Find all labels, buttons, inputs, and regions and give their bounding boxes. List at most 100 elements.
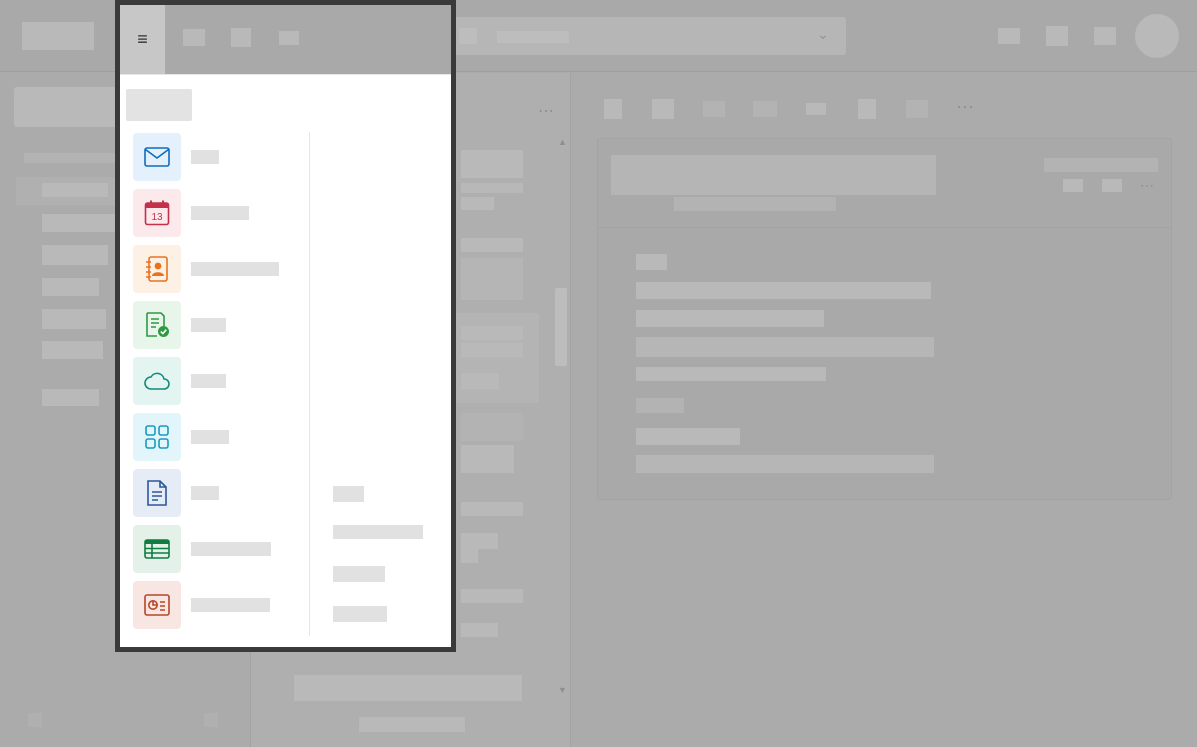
- app-label-placeholder: [191, 206, 249, 220]
- flyout-body: 13: [120, 74, 451, 647]
- cloud-icon: [133, 357, 181, 405]
- message-subject[interactable]: [461, 150, 523, 178]
- body-line: [636, 428, 740, 445]
- body-line: [636, 254, 667, 270]
- body-line: [636, 455, 934, 473]
- folder-label[interactable]: [42, 245, 108, 265]
- folder-label[interactable]: [42, 389, 99, 406]
- app-item-cloud[interactable]: [133, 357, 303, 405]
- toolbar-button[interactable]: [753, 101, 777, 117]
- message-preview: [359, 717, 465, 732]
- more-options-icon[interactable]: ⋯: [956, 97, 974, 118]
- toolbar-button[interactable]: [183, 29, 205, 46]
- app-item-excel[interactable]: [133, 525, 303, 573]
- message-subject[interactable]: [461, 589, 523, 603]
- hamburger-menu-button[interactable]: ≡: [120, 5, 165, 74]
- footer-icon[interactable]: [204, 713, 218, 727]
- message-preview: [461, 373, 499, 389]
- app-label-placeholder: [191, 486, 219, 500]
- folder-label[interactable]: [42, 341, 103, 359]
- folder-label[interactable]: [42, 309, 106, 329]
- toolbar-button[interactable]: [906, 100, 928, 118]
- app-label-placeholder: [191, 430, 229, 444]
- message-subject[interactable]: [461, 445, 514, 473]
- toolbar-button[interactable]: [1094, 27, 1116, 45]
- app-label-placeholder: [191, 374, 226, 388]
- message-preview: [461, 197, 494, 210]
- flyout-link-placeholder: [333, 486, 364, 502]
- app-item-powerpoint[interactable]: [133, 581, 303, 629]
- message-subject[interactable]: [461, 326, 523, 340]
- body-line: [636, 337, 934, 357]
- flyout-link-placeholder[interactable]: [333, 525, 423, 539]
- toolbar-button[interactable]: [858, 99, 876, 119]
- toolbar-button[interactable]: [703, 101, 725, 117]
- toolbar-button[interactable]: [604, 99, 622, 119]
- spreadsheet-icon: [133, 525, 181, 573]
- avatar[interactable]: [1135, 14, 1179, 58]
- flyout-link-placeholder[interactable]: [333, 606, 387, 622]
- search-icon: [459, 28, 477, 44]
- app-item-todo[interactable]: [133, 301, 303, 349]
- card-divider: [598, 227, 1171, 228]
- scrollbar-thumb[interactable]: [555, 288, 567, 366]
- document-icon: [133, 469, 181, 517]
- flyout-link-placeholder[interactable]: [333, 566, 385, 582]
- folder-label[interactable]: [42, 278, 99, 296]
- message-subject[interactable]: [461, 413, 523, 441]
- message-preview: [461, 343, 523, 357]
- message-preview: [461, 258, 523, 300]
- message-date: [1044, 158, 1158, 172]
- app-label-placeholder: [191, 542, 271, 556]
- calendar-icon: 13: [133, 189, 181, 237]
- app-launcher-flyout: ≡ 13: [115, 0, 456, 652]
- toolbar-button[interactable]: [231, 28, 251, 47]
- scroll-down-icon[interactable]: ▼: [558, 685, 567, 695]
- message-sender: [674, 197, 836, 211]
- toolbar-button[interactable]: [652, 99, 674, 119]
- body-line: [636, 398, 684, 413]
- folder-label[interactable]: [42, 214, 120, 232]
- message-subject[interactable]: [461, 502, 523, 516]
- message-title: [611, 155, 936, 195]
- todo-icon: [133, 301, 181, 349]
- message-subject[interactable]: [461, 238, 523, 252]
- reply-icon[interactable]: [1063, 179, 1083, 192]
- app-item-calendar[interactable]: 13: [133, 189, 303, 237]
- app-item-mail[interactable]: [133, 133, 303, 181]
- app-label-placeholder: [191, 150, 219, 164]
- folder-label: [42, 183, 108, 197]
- message-subject[interactable]: [294, 675, 522, 701]
- message-card: ⋯: [597, 138, 1172, 500]
- message-preview: [461, 183, 523, 193]
- body-line: [636, 367, 826, 381]
- flyout-header: ≡: [120, 5, 451, 74]
- hamburger-icon: ≡: [137, 29, 148, 49]
- app-label-placeholder: [191, 318, 226, 332]
- message-preview: [461, 623, 498, 637]
- toolbar-button[interactable]: [806, 103, 826, 115]
- toolbar-button[interactable]: [279, 31, 299, 45]
- app-item-word[interactable]: [133, 469, 303, 517]
- search-placeholder: [497, 31, 569, 43]
- forward-icon[interactable]: [1102, 179, 1122, 192]
- body-line: [636, 282, 931, 299]
- app-item-people[interactable]: [133, 245, 303, 293]
- more-options-icon[interactable]: ⋯: [538, 101, 554, 121]
- calendar-day: 13: [151, 212, 163, 223]
- more-options-icon[interactable]: ⋯: [1140, 177, 1154, 194]
- people-icon: [133, 245, 181, 293]
- footer-icon[interactable]: [28, 713, 42, 727]
- app-item-apps[interactable]: [133, 413, 303, 461]
- toolbar-button[interactable]: [998, 28, 1020, 44]
- flyout-title-placeholder: [126, 89, 192, 121]
- app-label-placeholder: [191, 262, 279, 276]
- message-preview: [461, 549, 478, 563]
- scroll-up-icon[interactable]: ▲: [558, 137, 567, 147]
- app-label-placeholder: [191, 598, 270, 612]
- apps-grid-icon: [133, 413, 181, 461]
- search-input[interactable]: ⌄: [445, 17, 846, 55]
- column-divider: [309, 132, 310, 636]
- toolbar-button[interactable]: [1046, 26, 1068, 46]
- mail-icon: [133, 133, 181, 181]
